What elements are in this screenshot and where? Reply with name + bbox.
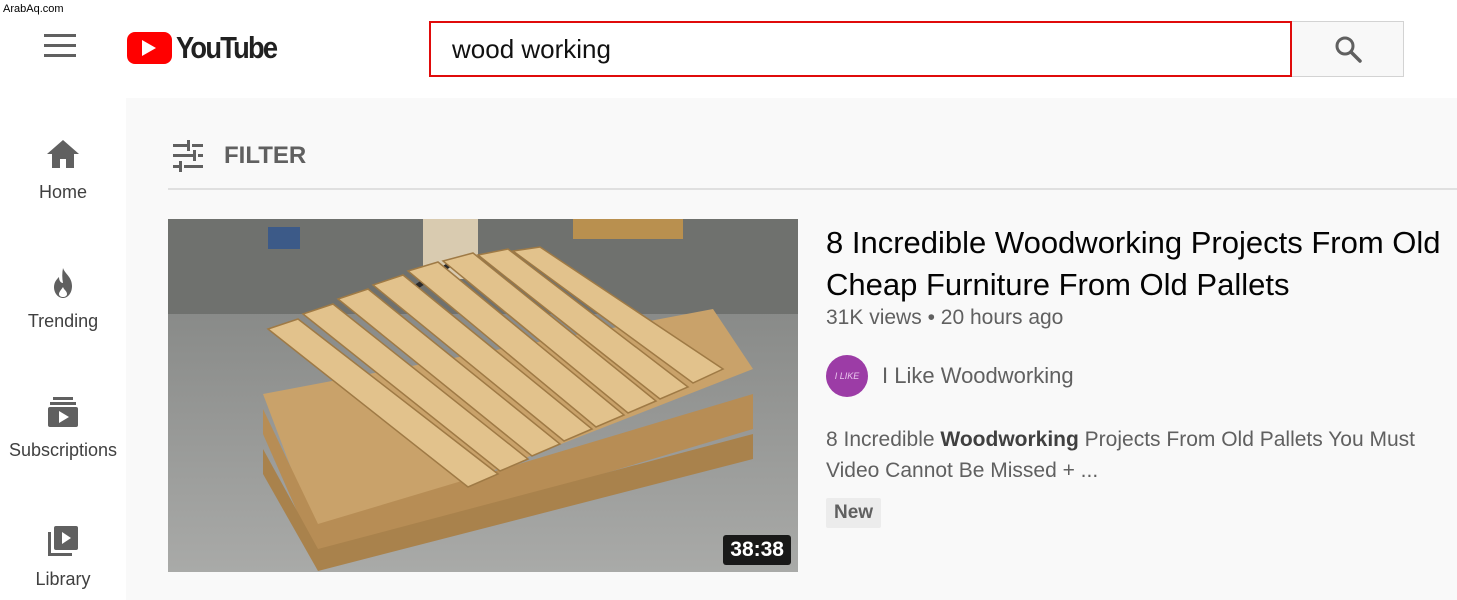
tune-icon	[173, 140, 203, 172]
sidebar-item-label: Trending	[27, 311, 99, 331]
sidebar-item-home[interactable]: Home	[0, 136, 126, 203]
video-title[interactable]: 8 Incredible Woodworking Projects From O…	[826, 222, 1457, 306]
search-icon	[1335, 36, 1362, 63]
search-button[interactable]	[1292, 21, 1404, 77]
divider	[168, 188, 1457, 190]
menu-hamburger-icon[interactable]	[44, 34, 80, 64]
sidebar-item-label: Home	[38, 182, 87, 202]
sidebar-item-trending[interactable]: Trending	[0, 265, 126, 332]
sidebar-item-label: Subscriptions	[8, 440, 118, 460]
description-text: 8 Incredible	[826, 428, 941, 451]
video-description: 8 Incredible Woodworking Projects From O…	[826, 424, 1457, 486]
library-icon	[48, 526, 78, 556]
home-icon	[47, 140, 79, 168]
new-badge: New	[826, 498, 882, 528]
video-duration: 38:38	[723, 535, 791, 565]
channel-name[interactable]: I Like Woodworking	[882, 363, 1074, 389]
search-results: FILTER 38:38 8 Incredible Woodworking Pr…	[126, 98, 1457, 600]
watermark: ArabAq.com	[3, 3, 64, 15]
subscriptions-icon	[48, 397, 78, 427]
description-highlight: Woodworking	[940, 428, 1079, 451]
sidebar-item-subscriptions[interactable]: Subscriptions	[0, 394, 126, 461]
search-bar	[429, 21, 1404, 77]
filter-label: FILTER	[224, 142, 307, 169]
channel-link[interactable]: I LIKE I Like Woodworking	[826, 355, 1074, 397]
fire-icon	[54, 268, 72, 298]
video-meta: 31K views • 20 hours ago	[826, 306, 1063, 330]
sidebar-item-label: Library	[35, 569, 91, 589]
upload-age: 20 hours ago	[940, 306, 1064, 329]
channel-avatar[interactable]: I LIKE	[826, 355, 868, 397]
logo-text: YouTube	[176, 30, 278, 65]
sidebar: Home Trending Subscriptions Library	[0, 98, 126, 600]
pallet-image	[168, 219, 798, 572]
search-input[interactable]	[429, 21, 1292, 77]
play-logo-icon	[127, 32, 172, 64]
filter-button[interactable]: FILTER	[170, 138, 306, 174]
youtube-logo[interactable]: YouTube	[127, 30, 290, 66]
video-thumbnail[interactable]: 38:38	[168, 219, 798, 572]
sidebar-item-library[interactable]: Library	[0, 523, 126, 590]
view-count: 31K views	[826, 306, 922, 329]
meta-separator: •	[927, 306, 935, 329]
